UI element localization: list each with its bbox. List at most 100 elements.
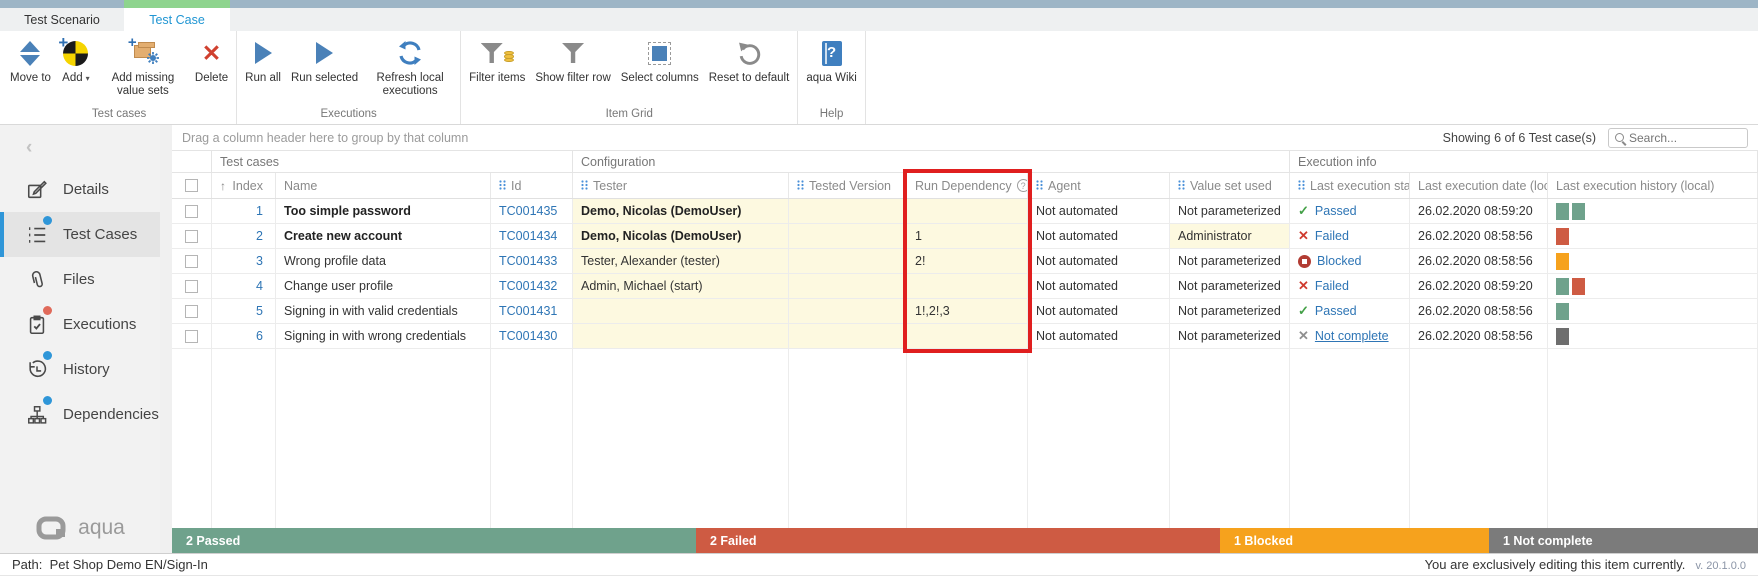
cell-run-dependency[interactable] xyxy=(907,199,1028,223)
cell-execution-history xyxy=(1548,199,1758,223)
run-all-icon xyxy=(255,38,272,68)
cell-id-link[interactable]: TC001430 xyxy=(491,324,573,348)
dropdown-arrow-icon: ▾ xyxy=(86,74,90,83)
cell-tester[interactable]: Demo, Nicolas (DemoUser) xyxy=(573,199,789,223)
cell-name[interactable]: Create new account xyxy=(276,224,491,248)
row-checkbox[interactable] xyxy=(185,280,198,293)
column-header-label: Id xyxy=(511,179,521,193)
cell-id-link[interactable]: TC001431 xyxy=(491,299,573,323)
cell-tested-version[interactable] xyxy=(789,299,907,323)
cell-tester[interactable] xyxy=(573,299,789,323)
cell-tested-version[interactable] xyxy=(789,249,907,273)
column-header-agent[interactable]: Agent xyxy=(1028,173,1170,198)
run-all-button[interactable]: Run all xyxy=(240,36,286,87)
row-checkbox[interactable] xyxy=(185,230,198,243)
add-missing-value-sets-button[interactable]: +Add missing value sets xyxy=(96,36,190,100)
reset-to-default-button[interactable]: Reset to default xyxy=(704,36,795,87)
cell-tester[interactable]: Tester, Alexander (tester) xyxy=(573,249,789,273)
select-all-checkbox[interactable] xyxy=(185,179,198,192)
row-checkbox[interactable] xyxy=(185,205,198,218)
row-checkbox[interactable] xyxy=(185,330,198,343)
sidebar-item-label: Details xyxy=(63,181,109,198)
sidebar-item-dependencies[interactable]: Dependencies xyxy=(0,392,160,437)
cell-tested-version[interactable] xyxy=(789,199,907,223)
search-box[interactable] xyxy=(1608,128,1748,148)
execution-status-link[interactable]: ✕Failed xyxy=(1298,228,1349,244)
cell-run-dependency[interactable] xyxy=(907,324,1028,348)
delete-button[interactable]: ✕Delete xyxy=(190,36,233,87)
cell-tester[interactable]: Admin, Michael (start) xyxy=(573,274,789,298)
cell-name[interactable]: Too simple password xyxy=(276,199,491,223)
cell-tester[interactable] xyxy=(573,324,789,348)
column-header-last-execution-date-local[interactable]: Last execution date (local) xyxy=(1410,173,1548,198)
column-header-index[interactable]: ↑Index xyxy=(212,173,276,198)
execution-status-link[interactable]: ✓Passed xyxy=(1298,303,1357,319)
sidebar-item-details[interactable]: Details xyxy=(0,167,160,212)
move-to-button[interactable]: Move to xyxy=(5,36,56,87)
cell-id-link[interactable]: TC001433 xyxy=(491,249,573,273)
cell-name[interactable]: Wrong profile data xyxy=(276,249,491,273)
cell-value-set[interactable]: Not parameterized xyxy=(1170,199,1290,223)
cell-run-dependency[interactable]: 1!,2!,3 xyxy=(907,299,1028,323)
cell-id-link[interactable]: TC001432 xyxy=(491,274,573,298)
select-columns-button[interactable]: Select columns xyxy=(616,36,704,87)
cell-run-dependency[interactable]: 2! xyxy=(907,249,1028,273)
cell-tested-version[interactable] xyxy=(789,224,907,248)
cell-value-set[interactable]: Not parameterized xyxy=(1170,274,1290,298)
aqua-wiki-button[interactable]: ?aqua Wiki xyxy=(801,36,862,87)
cell-tested-version[interactable] xyxy=(789,274,907,298)
sidebar-item-executions[interactable]: Executions xyxy=(0,302,160,347)
group-by-bar[interactable]: Drag a column header here to group by th… xyxy=(172,125,1758,151)
cell-execution-history xyxy=(1548,249,1758,273)
filter-items-button[interactable]: Filter items xyxy=(464,36,530,87)
path-label: Path: xyxy=(12,557,42,572)
ribbon-group-executions: Run allRun selectedRefresh local executi… xyxy=(237,31,461,124)
column-header-tester[interactable]: Tester xyxy=(573,173,789,198)
column-header-name[interactable]: Name xyxy=(276,173,491,198)
row-checkbox[interactable] xyxy=(185,305,198,318)
sidebar-item-label: Dependencies xyxy=(63,406,159,423)
column-filter-icon xyxy=(1298,179,1305,193)
tab-test-case[interactable]: Test Case xyxy=(124,8,230,31)
add-button[interactable]: +Add▾ xyxy=(56,36,96,87)
ribbon-group-label: Help xyxy=(801,107,862,124)
sidebar-item-files[interactable]: Files xyxy=(0,257,160,302)
column-header-tested-version[interactable]: Tested Version xyxy=(789,173,907,198)
column-header-id[interactable]: Id xyxy=(491,173,573,198)
execution-status-link[interactable]: ✓Passed xyxy=(1298,203,1357,219)
search-input[interactable] xyxy=(1629,131,1741,145)
column-header-last-execution-statu[interactable]: Last execution statu... xyxy=(1290,173,1410,198)
column-header-run-dependency[interactable]: Run Dependency? xyxy=(907,173,1028,198)
sidebar-collapse-button[interactable]: ‹ xyxy=(0,125,160,167)
table-row: 4Change user profileTC001432Admin, Micha… xyxy=(172,274,1758,299)
column-header-last-execution-history-local[interactable]: Last execution history (local) xyxy=(1548,173,1758,198)
cell-run-dependency[interactable] xyxy=(907,274,1028,298)
cell-value-set[interactable]: Not parameterized xyxy=(1170,299,1290,323)
cell-name[interactable]: Signing in with valid credentials xyxy=(276,299,491,323)
cell-name[interactable]: Change user profile xyxy=(276,274,491,298)
column-header-value-set-used[interactable]: Value set used xyxy=(1170,173,1290,198)
column-filter-icon xyxy=(581,179,588,193)
cell-id-link[interactable]: TC001434 xyxy=(491,224,573,248)
execution-status-link[interactable]: ✕Not complete xyxy=(1298,328,1389,344)
cell-value-set[interactable]: Not parameterized xyxy=(1170,324,1290,348)
cell-tested-version[interactable] xyxy=(789,324,907,348)
cell-name[interactable]: Signing in with wrong credentials xyxy=(276,324,491,348)
row-checkbox[interactable] xyxy=(185,255,198,268)
execution-status-link[interactable]: Blocked xyxy=(1298,254,1361,268)
cell-value-set[interactable]: Administrator xyxy=(1170,224,1290,248)
sidebar-item-history[interactable]: History xyxy=(0,347,160,392)
cell-tester[interactable]: Demo, Nicolas (DemoUser) xyxy=(573,224,789,248)
cell-run-dependency[interactable]: 1 xyxy=(907,224,1028,248)
refresh-local-executions-button[interactable]: Refresh local executions xyxy=(363,36,457,100)
cell-value-set[interactable]: Not parameterized xyxy=(1170,249,1290,273)
sidebar-item-test-cases[interactable]: Test Cases xyxy=(0,212,160,257)
run-selected-button[interactable]: Run selected xyxy=(286,36,363,87)
execution-status-link[interactable]: ✕Failed xyxy=(1298,278,1349,294)
show-filter-row-button[interactable]: Show filter row xyxy=(530,36,615,87)
tab-test-scenario[interactable]: Test Scenario xyxy=(0,8,124,31)
cell-id-link[interactable]: TC001435 xyxy=(491,199,573,223)
help-icon[interactable]: ? xyxy=(1017,179,1028,192)
numbered-list-icon xyxy=(25,224,49,246)
sort-ascending-icon: ↑ xyxy=(220,179,226,193)
